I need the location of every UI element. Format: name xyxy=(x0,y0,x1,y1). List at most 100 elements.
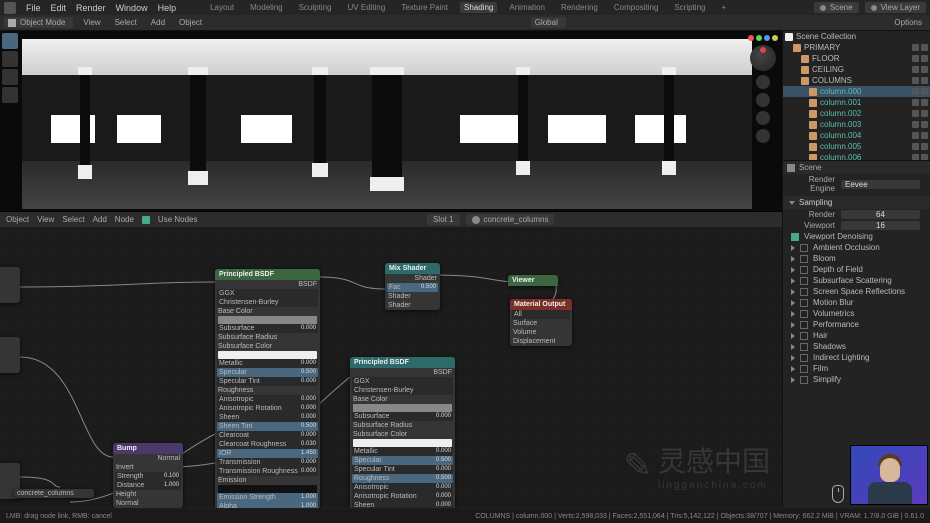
panel-checkbox[interactable] xyxy=(800,365,808,373)
panel-header[interactable]: Screen Space Reflections xyxy=(783,286,930,297)
panel-checkbox[interactable] xyxy=(800,332,808,340)
hdr-view[interactable]: View xyxy=(79,17,104,28)
tab-animation[interactable]: Animation xyxy=(505,2,549,13)
panel-header[interactable]: Ambient Occlusion xyxy=(783,242,930,253)
eye-icon[interactable] xyxy=(912,154,919,161)
eye-icon[interactable] xyxy=(912,55,919,62)
outliner-item[interactable]: column.002 xyxy=(783,108,930,119)
param-slider[interactable]: Metallic0.000 xyxy=(352,447,453,456)
param-slider[interactable]: Metallic0.000 xyxy=(217,359,318,368)
render-icon[interactable] xyxy=(921,110,928,117)
camera-icon[interactable] xyxy=(756,111,770,125)
render-engine-select[interactable]: Eevee xyxy=(841,180,920,189)
param-slider[interactable]: Specular Tint0.000 xyxy=(217,377,318,386)
menu-window[interactable]: Window xyxy=(116,3,148,13)
param-slider[interactable]: Clearcoat0.000 xyxy=(217,431,318,440)
param-slider[interactable]: Anisotropic0.000 xyxy=(217,395,318,404)
render-icon[interactable] xyxy=(921,66,928,73)
tab-shading[interactable]: Shading xyxy=(460,2,497,13)
param-slider[interactable]: Sheen0.000 xyxy=(217,413,318,422)
panel-header[interactable]: Film xyxy=(783,363,930,374)
options-popover[interactable]: Options xyxy=(890,17,926,28)
tab-layout[interactable]: Layout xyxy=(206,2,238,13)
param-slider[interactable]: Alpha1.000 xyxy=(217,502,318,508)
shader-node-editor[interactable]: Object View Select Add Node Use Nodes Sl… xyxy=(0,211,782,508)
param-slider[interactable]: Clearcoat Roughness0.030 xyxy=(217,440,318,449)
tab-add[interactable]: + xyxy=(717,2,730,13)
color-swatch[interactable] xyxy=(218,316,317,324)
outliner-item[interactable]: FLOOR xyxy=(783,53,930,64)
distribution-2[interactable]: GGX xyxy=(354,377,370,386)
sss-method[interactable]: Christensen-Burley xyxy=(219,298,279,307)
param-slider[interactable]: Specular0.500 xyxy=(352,456,453,465)
mix-shader-node[interactable]: Mix Shader Shader Fac0.500 Shader Shader xyxy=(385,263,440,310)
panel-checkbox[interactable] xyxy=(800,310,808,318)
eye-icon[interactable] xyxy=(912,99,919,106)
hdr-add[interactable]: Add xyxy=(147,17,169,28)
outliner[interactable]: Scene Collection PRIMARYFLOORCEILINGCOLU… xyxy=(783,31,930,161)
eye-icon[interactable] xyxy=(912,88,919,95)
rotate-tool[interactable] xyxy=(2,87,18,103)
param-slider[interactable]: IOR1.450 xyxy=(217,449,318,458)
nh-node[interactable]: Node xyxy=(115,215,134,224)
panel-header[interactable]: Bloom xyxy=(783,253,930,264)
eye-icon[interactable] xyxy=(912,77,919,84)
tab-rendering[interactable]: Rendering xyxy=(557,2,602,13)
eye-icon[interactable] xyxy=(912,44,919,51)
menu-file[interactable]: File xyxy=(26,3,41,13)
mix-fac[interactable]: Fac xyxy=(389,283,401,292)
node-stub-1[interactable] xyxy=(0,267,20,303)
pan-icon[interactable] xyxy=(756,93,770,107)
tab-sculpting[interactable]: Sculpting xyxy=(295,2,336,13)
select-tool[interactable] xyxy=(2,33,18,49)
panel-checkbox[interactable] xyxy=(800,244,808,252)
orientation-selector[interactable]: Global xyxy=(531,17,566,28)
outliner-item[interactable]: CEILING xyxy=(783,64,930,75)
outliner-item[interactable]: PRIMARY xyxy=(783,42,930,53)
param-slider[interactable]: Emission Strength1.000 xyxy=(217,493,318,502)
3d-viewport[interactable] xyxy=(0,31,782,211)
panel-checkbox[interactable] xyxy=(800,354,808,362)
nav-gizmo[interactable] xyxy=(750,45,776,71)
material-selector[interactable]: concrete_columns xyxy=(466,214,555,225)
panel-checkbox[interactable] xyxy=(800,321,808,329)
scene-selector[interactable]: Scene xyxy=(814,2,859,13)
bump-strength-val[interactable]: 0.100 xyxy=(164,472,179,481)
color-swatch[interactable] xyxy=(353,404,452,412)
panel-header[interactable]: Simplify xyxy=(783,374,930,385)
param-slider[interactable]: Anisotropic0.000 xyxy=(352,483,453,492)
panel-header[interactable]: Depth of Field xyxy=(783,264,930,275)
eye-icon[interactable] xyxy=(912,66,919,73)
eye-icon[interactable] xyxy=(912,143,919,150)
panel-checkbox[interactable] xyxy=(800,288,808,296)
color-swatch[interactable] xyxy=(218,351,317,359)
blender-logo-icon[interactable] xyxy=(4,2,16,14)
nh-object[interactable]: Object xyxy=(6,215,29,224)
mode-selector[interactable]: Object Mode xyxy=(4,17,73,28)
viewlayer-selector[interactable]: View Layer xyxy=(865,2,926,13)
param-slider[interactable]: Sheen0.000 xyxy=(352,501,453,508)
panel-header[interactable]: Motion Blur xyxy=(783,297,930,308)
panel-checkbox[interactable] xyxy=(800,266,808,274)
panel-header[interactable]: Performance xyxy=(783,319,930,330)
bump-node[interactable]: Bump Normal Invert Strength0.100 Distanc… xyxy=(113,443,183,508)
render-icon[interactable] xyxy=(921,55,928,62)
color-swatch[interactable] xyxy=(218,485,317,493)
shading-mode-dots[interactable] xyxy=(748,35,778,41)
tab-scripting[interactable]: Scripting xyxy=(670,2,709,13)
outliner-item[interactable]: column.006 xyxy=(783,152,930,161)
panel-checkbox[interactable] xyxy=(800,299,808,307)
param-slider[interactable]: Transmission Roughness0.000 xyxy=(217,467,318,476)
cursor-tool[interactable] xyxy=(2,51,18,67)
distribution[interactable]: GGX xyxy=(219,289,235,298)
render-icon[interactable] xyxy=(921,154,928,161)
nh-select[interactable]: Select xyxy=(62,215,84,224)
panel-checkbox[interactable] xyxy=(800,277,808,285)
principled-bsdf-node-1[interactable]: Principled BSDF BSDF GGX Christensen-Bur… xyxy=(215,269,320,508)
menu-edit[interactable]: Edit xyxy=(51,3,67,13)
outliner-item[interactable]: column.005 xyxy=(783,141,930,152)
use-nodes-checkbox[interactable] xyxy=(142,216,150,224)
param-slider[interactable]: Specular0.500 xyxy=(217,368,318,377)
panel-checkbox[interactable] xyxy=(800,343,808,351)
disclosure-icon[interactable] xyxy=(789,201,795,205)
